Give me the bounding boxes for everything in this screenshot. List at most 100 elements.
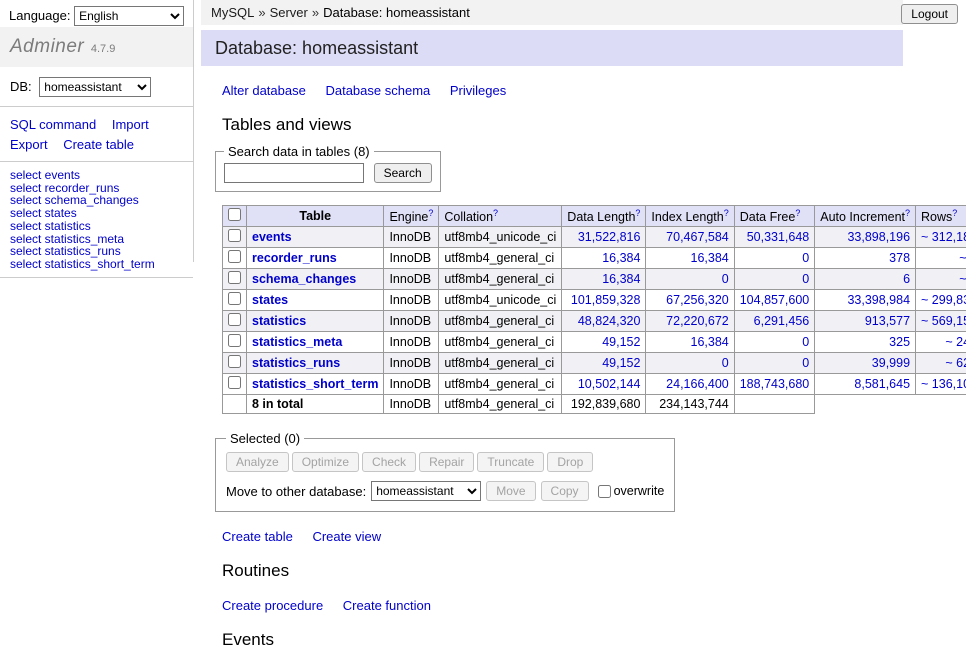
data-free-link[interactable]: 0 <box>802 272 809 286</box>
create-function-link[interactable]: Create function <box>343 598 431 613</box>
auto-increment-link[interactable]: 378 <box>889 251 910 265</box>
column-help-link[interactable]: ? <box>952 208 957 218</box>
sidebar-select-link[interactable]: select events <box>10 169 183 182</box>
auto-increment-link[interactable]: 913,577 <box>865 314 910 328</box>
alter-database-link[interactable]: Alter database <box>222 83 306 98</box>
data-length-link[interactable]: 16,384 <box>602 251 640 265</box>
rows-link[interactable]: ~ 299,833 <box>921 293 966 307</box>
row-checkbox[interactable] <box>228 376 241 389</box>
check-button[interactable]: Check <box>362 452 416 472</box>
table-name-link[interactable]: statistics_runs <box>252 356 340 370</box>
search-input[interactable] <box>224 163 364 183</box>
overwrite-checkbox[interactable] <box>598 485 611 498</box>
index-length-link[interactable]: 0 <box>722 272 729 286</box>
column-help-link[interactable]: ? <box>635 208 640 218</box>
data-length-link[interactable]: 49,152 <box>602 335 640 349</box>
import-link[interactable]: Import <box>112 117 149 132</box>
language-select[interactable]: English <box>74 6 184 26</box>
auto-increment-link[interactable]: 33,398,984 <box>847 293 910 307</box>
table-name-link[interactable]: states <box>252 293 288 307</box>
database-schema-link[interactable]: Database schema <box>325 83 430 98</box>
sidebar-select-link[interactable]: select statistics_short_term <box>10 258 183 271</box>
breadcrumb-mysql-link[interactable]: MySQL <box>211 5 254 20</box>
column-help-link[interactable]: ? <box>493 208 498 218</box>
row-checkbox[interactable] <box>228 334 241 347</box>
create-table-link[interactable]: Create table <box>222 529 293 544</box>
index-length-link[interactable]: 72,220,672 <box>666 314 729 328</box>
row-checkbox[interactable] <box>228 355 241 368</box>
table-name-link[interactable]: statistics_meta <box>252 335 342 349</box>
select-all-checkbox[interactable] <box>228 208 241 221</box>
data-length-link[interactable]: 49,152 <box>602 356 640 370</box>
repair-button[interactable]: Repair <box>419 452 474 472</box>
data-free-link[interactable]: 50,331,648 <box>747 230 810 244</box>
privileges-link[interactable]: Privileges <box>450 83 506 98</box>
data-free-link[interactable]: 188,743,680 <box>740 377 810 391</box>
move-button[interactable]: Move <box>486 481 535 501</box>
sidebar-select-link[interactable]: select states <box>10 207 183 220</box>
data-length-link[interactable]: 101,859,328 <box>571 293 641 307</box>
auto-increment-link[interactable]: 33,898,196 <box>847 230 910 244</box>
logout-button[interactable]: Logout <box>901 4 958 24</box>
auto-increment-link[interactable]: 8,581,645 <box>854 377 910 391</box>
data-length-link[interactable]: 16,384 <box>602 272 640 286</box>
auto-increment-link[interactable]: 325 <box>889 335 910 349</box>
breadcrumb-server-link[interactable]: Server <box>270 5 308 20</box>
copy-button[interactable]: Copy <box>541 481 589 501</box>
row-check-cell <box>223 227 247 248</box>
sql-command-link[interactable]: SQL command <box>10 117 96 132</box>
db-select[interactable]: homeassistant <box>39 77 151 97</box>
create-procedure-link[interactable]: Create procedure <box>222 598 323 613</box>
optimize-button[interactable]: Optimize <box>292 452 359 472</box>
data-free-link[interactable]: 0 <box>802 335 809 349</box>
table-name-link[interactable]: statistics_short_term <box>252 377 378 391</box>
data-free-link[interactable]: 6,291,456 <box>754 314 810 328</box>
rows-link[interactable]: ~ 312,180 <box>921 230 966 244</box>
search-button[interactable]: Search <box>374 163 432 183</box>
create-table-sidebar-link[interactable]: Create table <box>63 137 134 152</box>
column-help-link[interactable]: ? <box>905 208 910 218</box>
column-help-link[interactable]: ? <box>724 208 729 218</box>
sidebar-select-link[interactable]: select statistics <box>10 220 183 233</box>
auto-increment-link[interactable]: 39,999 <box>872 356 910 370</box>
table-name-link[interactable]: recorder_runs <box>252 251 337 265</box>
move-db-select[interactable]: homeassistant <box>371 481 481 501</box>
index-length-link[interactable]: 0 <box>722 356 729 370</box>
rows-link[interactable]: ~ 5 <box>959 251 966 265</box>
rows-link[interactable]: ~ 628 <box>945 356 966 370</box>
column-help-link[interactable]: ? <box>428 208 433 218</box>
data-free-link[interactable]: 0 <box>802 251 809 265</box>
db-action-links: Alter database Database schema Privilege… <box>222 83 906 98</box>
index-length-link[interactable]: 16,384 <box>691 251 729 265</box>
row-check-cell <box>223 269 247 290</box>
table-name-link[interactable]: schema_changes <box>252 272 356 286</box>
row-checkbox[interactable] <box>228 250 241 263</box>
auto-increment-link[interactable]: 6 <box>903 272 910 286</box>
export-link[interactable]: Export <box>10 137 48 152</box>
truncate-button[interactable]: Truncate <box>477 452 544 472</box>
index-length-link[interactable]: 24,166,400 <box>666 377 729 391</box>
analyze-button[interactable]: Analyze <box>226 452 289 472</box>
column-help-link[interactable]: ? <box>795 208 800 218</box>
index-length-link[interactable]: 16,384 <box>691 335 729 349</box>
table-name-link[interactable]: statistics <box>252 314 306 328</box>
table-name-link[interactable]: events <box>252 230 292 244</box>
rows-link[interactable]: ~ 569,159 <box>921 314 966 328</box>
drop-button[interactable]: Drop <box>547 452 593 472</box>
rows-link[interactable]: ~ 3 <box>959 272 966 286</box>
index-length-link[interactable]: 70,467,584 <box>666 230 729 244</box>
data-length-link[interactable]: 48,824,320 <box>578 314 641 328</box>
data-length-link[interactable]: 10,502,144 <box>578 377 641 391</box>
data-free-link[interactable]: 104,857,600 <box>740 293 810 307</box>
row-checkbox[interactable] <box>228 313 241 326</box>
row-checkbox[interactable] <box>228 292 241 305</box>
data-length-link[interactable]: 31,522,816 <box>578 230 641 244</box>
rows-link[interactable]: ~ 244 <box>945 335 966 349</box>
row-checkbox[interactable] <box>228 229 241 242</box>
create-view-link[interactable]: Create view <box>312 529 381 544</box>
app-name[interactable]: Adminer <box>10 36 84 57</box>
data-free-link[interactable]: 0 <box>802 356 809 370</box>
row-checkbox[interactable] <box>228 271 241 284</box>
rows-link[interactable]: ~ 136,108 <box>921 377 966 391</box>
index-length-link[interactable]: 67,256,320 <box>666 293 729 307</box>
